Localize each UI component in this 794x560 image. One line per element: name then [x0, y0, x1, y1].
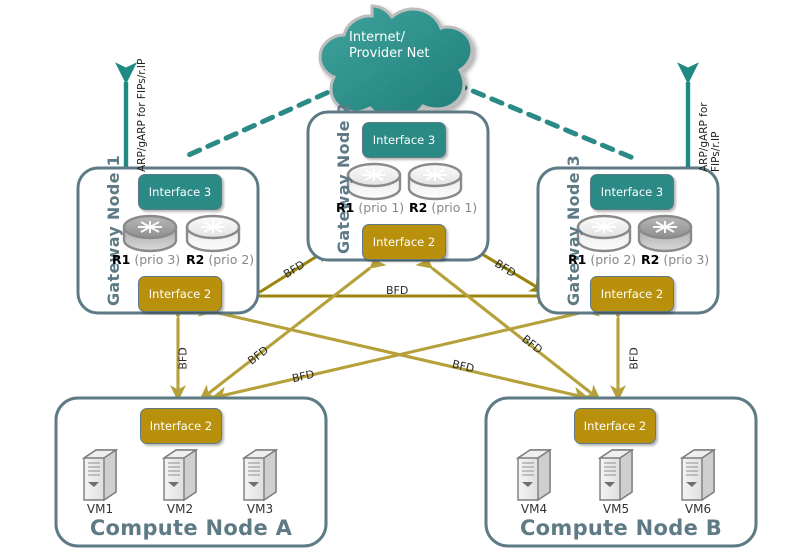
router-gw2-r2[interactable] — [407, 162, 463, 201]
gateway-node-3-interface-2[interactable]: Interface 2 — [590, 276, 674, 312]
gateway-node-3-router-2-name: R2 — [641, 252, 660, 267]
arp-label-right: ARP/gARP for FIPs/r.IP — [698, 102, 722, 172]
gateway-node-3-router-2-label: R2 (prio 3) — [641, 252, 709, 267]
gateway-node-3-router-1-prio: (prio 2) — [590, 252, 637, 267]
router-gw3-r1[interactable] — [576, 214, 632, 253]
vm-icon-vm1[interactable] — [81, 448, 119, 502]
gateway-node-1-router-1-label: R1 (prio 3) — [112, 252, 180, 267]
bfd-label-gw1-cna: BFD — [176, 347, 190, 370]
gateway-node-2-interface-3[interactable]: Interface 3 — [362, 122, 446, 158]
vm-icon-vm2[interactable] — [161, 448, 199, 502]
cloud-label-line1: Internet/ — [349, 30, 405, 45]
vm-label-vm2: VM2 — [166, 502, 194, 516]
gateway-node-1-router-2-label: R2 (prio 2) — [186, 252, 254, 267]
gateway-node-2-router-2-prio: (prio 1) — [431, 200, 478, 215]
vm-icon-vm6[interactable] — [679, 448, 717, 502]
router-gw1-r2[interactable] — [185, 214, 241, 253]
gateway-node-1-router-2-prio: (prio 2) — [208, 252, 255, 267]
gateway-node-2-router-1-label: R1 (prio 1) — [336, 200, 404, 215]
router-gw3-r2[interactable] — [637, 214, 693, 253]
gateway-node-2-router-2-name: R2 — [409, 200, 428, 215]
bfd-label-gw3-cnb: BFD — [627, 347, 641, 370]
vm-label-vm4: VM4 — [520, 502, 548, 516]
vm-icon-vm3[interactable] — [241, 448, 279, 502]
gateway-node-3-router-2-prio: (prio 3) — [663, 252, 710, 267]
cloud-label-line2: Provider Net — [349, 46, 430, 61]
gateway-node-1-router-1-name: R1 — [112, 252, 131, 267]
arp-label-left: ARP/gARP for FIPs/r.IP — [136, 58, 148, 172]
gateway-node-1-interface-3[interactable]: Interface 3 — [138, 174, 222, 210]
cloud-label: Internet/ Provider Net — [349, 30, 429, 62]
gateway-node-2-router-1-prio: (prio 1) — [358, 200, 405, 215]
compute-node-a-interface-2[interactable]: Interface 2 — [140, 408, 222, 444]
vm-label-vm5: VM5 — [602, 502, 630, 516]
vm-icon-vm5[interactable] — [597, 448, 635, 502]
router-gw1-r1[interactable] — [122, 214, 178, 253]
diagram-canvas: Internet/ Provider Net ARP/gARP for FIPs… — [0, 0, 794, 560]
bfd-label-gw1-gw3: BFD — [386, 284, 409, 297]
vm-label-vm6: VM6 — [684, 502, 712, 516]
gateway-node-1-router-1-prio: (prio 3) — [134, 252, 181, 267]
compute-node-b-interface-2[interactable]: Interface 2 — [574, 408, 656, 444]
vm-label-vm3: VM3 — [246, 502, 274, 516]
gateway-node-2-interface-2[interactable]: Interface 2 — [362, 224, 446, 260]
gateway-node-2-router-2-label: R2 (prio 1) — [409, 200, 477, 215]
vm-icons — [81, 448, 717, 502]
gateway-node-1-interface-2[interactable]: Interface 2 — [138, 276, 222, 312]
router-gw2-r1[interactable] — [346, 162, 402, 201]
vm-icon-vm4[interactable] — [515, 448, 553, 502]
vm-label-vm1: VM1 — [86, 502, 114, 516]
gateway-node-3-router-1-label: R1 (prio 2) — [568, 252, 636, 267]
gateway-node-3-router-1-name: R1 — [568, 252, 587, 267]
gateway-node-1-router-2-name: R2 — [186, 252, 205, 267]
gateway-node-2-router-1-name: R1 — [336, 200, 355, 215]
gateway-node-3-interface-3[interactable]: Interface 3 — [590, 174, 674, 210]
internet-cloud[interactable] — [318, 4, 474, 121]
diagram-svg — [54, 4, 758, 548]
